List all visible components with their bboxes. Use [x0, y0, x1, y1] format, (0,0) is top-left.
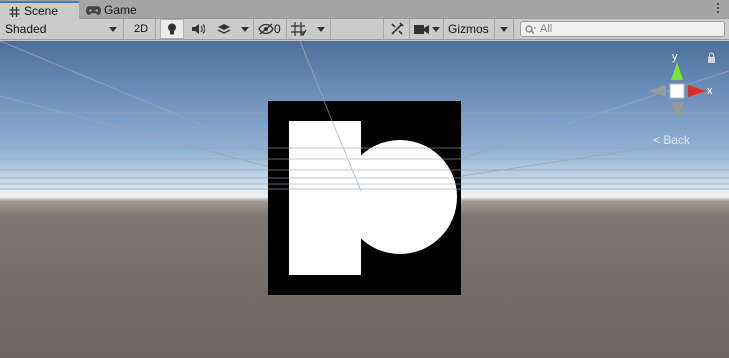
more-options-icon[interactable] — [716, 2, 720, 16]
orientation-gizmo[interactable] — [645, 59, 709, 121]
back-button[interactable]: < Back — [653, 133, 690, 147]
scene-visibility-button[interactable] — [257, 19, 275, 39]
toolbar-divider — [494, 19, 495, 39]
tools-button[interactable] — [387, 19, 407, 39]
effects-button[interactable] — [212, 19, 236, 39]
scene-viewport[interactable]: y x < Back — [0, 41, 729, 358]
grid-chevron-down-icon[interactable] — [317, 27, 325, 32]
toolbar-divider — [443, 19, 444, 39]
lock-icon[interactable] — [707, 52, 716, 63]
scene-toolbar: Shaded 2D 0 Gizmos All — [0, 19, 729, 40]
gizmo-center-cube[interactable] — [669, 83, 685, 99]
gizmos-chevron-down-icon[interactable] — [500, 27, 508, 32]
toolbar-divider — [513, 19, 514, 39]
tab-game[interactable]: Game — [80, 1, 146, 19]
hidden-eye-icon — [258, 23, 274, 35]
tab-game-label: Game — [104, 3, 137, 17]
camera-icon — [414, 25, 429, 34]
effects-chevron-down-icon[interactable] — [241, 27, 249, 32]
tools-icon — [391, 22, 404, 35]
axis-x-label: x — [707, 85, 713, 97]
grid-toggle-button[interactable] — [290, 19, 310, 39]
camera-chevron-down-icon[interactable] — [432, 27, 440, 32]
axis-x-cone[interactable] — [688, 85, 706, 97]
back-label: Back — [663, 133, 691, 147]
audio-toggle-button[interactable] — [187, 19, 209, 39]
chevron-left-icon: < — [653, 133, 661, 147]
axis-y-cone[interactable] — [671, 62, 683, 80]
lighting-toggle-button[interactable] — [160, 19, 184, 39]
toolbar-divider — [286, 19, 287, 39]
gamepad-icon — [86, 6, 101, 15]
grid-icon — [9, 7, 20, 17]
search-icon — [525, 25, 536, 34]
toolbar-divider — [383, 19, 384, 39]
toggle-2d-button[interactable]: 2D — [129, 19, 153, 39]
speaker-icon — [192, 24, 205, 34]
search-input[interactable]: All — [520, 21, 725, 37]
axis-y-label: y — [672, 51, 678, 63]
sprite-shape — [268, 100, 461, 275]
grid-snap-icon — [291, 22, 307, 36]
tab-scene[interactable]: Scene — [0, 1, 79, 19]
quad-texture-object[interactable] — [268, 100, 461, 295]
lightbulb-icon — [168, 23, 176, 35]
shading-mode-chevron-down-icon[interactable] — [109, 27, 117, 32]
toolbar-divider — [123, 19, 124, 39]
gizmos-button[interactable]: Gizmos — [448, 19, 489, 39]
camera-button[interactable] — [413, 19, 431, 39]
hidden-objects-count: 0 — [274, 22, 281, 36]
toolbar-divider — [330, 19, 331, 39]
toolbar-divider — [155, 19, 156, 39]
shading-mode-dropdown[interactable]: Shaded — [5, 19, 46, 39]
toolbar-divider — [253, 19, 254, 39]
tab-bar: Scene Game — [0, 0, 729, 19]
axis-neg-x-cone[interactable] — [648, 85, 666, 97]
toolbar-divider — [409, 19, 410, 39]
tab-scene-label: Scene — [24, 4, 59, 18]
search-placeholder: All — [540, 23, 553, 35]
axis-neg-y-cone[interactable] — [671, 102, 683, 120]
layers-icon — [217, 24, 231, 34]
